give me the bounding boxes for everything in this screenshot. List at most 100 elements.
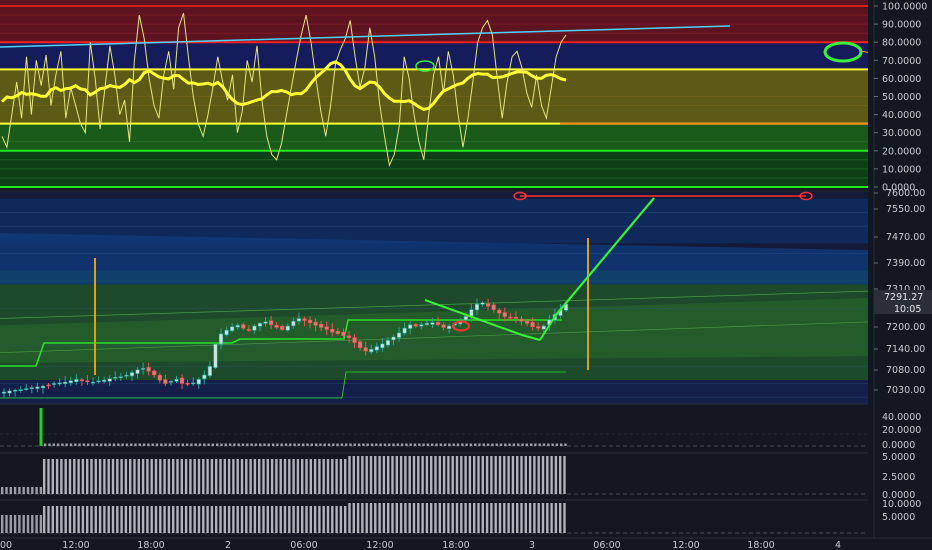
price-tick-label: 7390.00 <box>886 258 925 269</box>
volume-2-bar <box>219 459 222 494</box>
candle-body <box>335 330 340 334</box>
volume-2-bar <box>176 459 179 494</box>
chart-canvas[interactable]: 100.0000 90.0000 80.0000 70.0000 60.0000 50.0… <box>0 0 932 550</box>
candle-body <box>118 376 123 378</box>
candle-body <box>7 390 12 394</box>
volume-2-bar <box>503 456 506 494</box>
volume-2-bar <box>541 456 545 494</box>
volume-2-bar-low <box>13 487 17 494</box>
candle-body <box>285 325 290 331</box>
volume-3-bar <box>146 506 149 533</box>
candle-body <box>29 387 34 389</box>
volume-3-bar <box>219 506 222 533</box>
volume-1-bar <box>418 443 421 446</box>
volume-1-bar <box>456 443 460 446</box>
volume-2-bar <box>215 459 218 494</box>
volume-1-bar <box>517 443 520 446</box>
volume-2-bar <box>129 459 132 494</box>
volume-2-bar <box>533 456 536 494</box>
volume-3-bar <box>184 506 188 533</box>
volume-1-bar <box>246 443 249 446</box>
volume-3-bar <box>210 506 214 533</box>
volume-1-bar <box>439 443 442 446</box>
volume-2-bar <box>279 459 282 494</box>
volume-1-bar <box>207 443 210 446</box>
candle-body <box>213 343 218 368</box>
volume-panel-3 <box>0 501 868 537</box>
volume-1-bar <box>405 443 408 446</box>
volume-3-bar <box>369 503 373 533</box>
volume-1-bar <box>61 443 64 446</box>
volume-2-bar <box>408 456 411 494</box>
volume-1-bar <box>151 443 154 446</box>
candle-body <box>85 380 90 383</box>
volume-1-bar <box>353 443 356 446</box>
candle-body <box>296 318 302 322</box>
volume-1-bar <box>560 443 563 446</box>
volume-1-bar <box>65 443 68 446</box>
volume-1-bar <box>276 443 279 446</box>
candle-body <box>196 379 201 385</box>
volume-3-bar <box>301 506 304 533</box>
candle-body <box>107 378 112 382</box>
volume-2-bar <box>51 459 54 494</box>
volume-1-bar <box>538 443 541 446</box>
price-scale[interactable]: 100.0000 90.0000 80.0000 70.0000 60.0000 50.0… <box>868 0 932 538</box>
volume-2-bar <box>434 456 437 494</box>
volume-1-bar <box>87 443 90 446</box>
candle-body <box>424 323 429 325</box>
volume-1-bar <box>357 443 361 446</box>
volume-1-bar <box>211 443 215 446</box>
candle-body <box>207 366 212 376</box>
volume-3-bar <box>408 503 411 533</box>
volume-3-bar <box>55 506 59 533</box>
volume-2-bar <box>154 459 158 494</box>
volume-1-bar <box>340 443 344 446</box>
candle-body <box>135 369 140 374</box>
volume-1-bar <box>177 443 180 446</box>
candle-body <box>24 388 29 390</box>
volume-2-bar <box>498 456 502 494</box>
volume-3-bar <box>559 503 562 533</box>
volume-2-bar <box>98 459 102 494</box>
volume-3-bar <box>421 503 424 533</box>
volume-2-bar <box>262 459 265 494</box>
volume-1-bar <box>142 443 146 446</box>
volume-2-bar <box>528 456 532 494</box>
volume-2-bar <box>322 459 325 494</box>
volume-3-bar <box>137 506 140 533</box>
time-axis[interactable]: 00 12:00 18:00 2 06:00 12:00 18:00 3 06:00 12:00 1… <box>0 537 932 550</box>
volume-3-bar <box>270 506 274 533</box>
time-tick-label: 06:00 <box>593 540 620 550</box>
volume-2-bar <box>361 456 364 494</box>
volume-1-bar <box>216 443 219 446</box>
time-tick-label: 12:00 <box>366 540 393 550</box>
volume-2-bar <box>490 456 493 494</box>
volume-3-bar <box>468 503 472 533</box>
volume-2-bar <box>206 459 209 494</box>
volume-3-bar <box>77 506 80 533</box>
volume-1-bar <box>284 443 288 446</box>
volume-1-bar <box>465 443 468 446</box>
candle-body <box>369 348 374 353</box>
volume-1-bar <box>504 443 507 446</box>
candle-body <box>502 312 507 317</box>
candle-body <box>485 303 491 307</box>
price-tick-label: 7080.00 <box>886 365 925 376</box>
candle-body <box>141 368 146 370</box>
candle-body <box>40 385 46 389</box>
volume-3-bar <box>266 506 269 533</box>
price-tick-label: 7030.00 <box>886 385 925 396</box>
candle-body <box>113 377 118 379</box>
volume-2-bar <box>550 456 553 494</box>
volume-3-bar <box>339 506 343 533</box>
volume-2-bar <box>318 459 321 494</box>
volume-3-bar <box>103 506 106 533</box>
price-tick-label: 7200.00 <box>886 322 925 333</box>
volume-1-bar <box>547 443 550 446</box>
candle-body <box>385 340 391 346</box>
volume-1-bar <box>280 443 283 446</box>
volume-2-bar <box>236 459 239 494</box>
volume-2-bar <box>240 459 244 494</box>
volume-2-bar <box>103 459 106 494</box>
